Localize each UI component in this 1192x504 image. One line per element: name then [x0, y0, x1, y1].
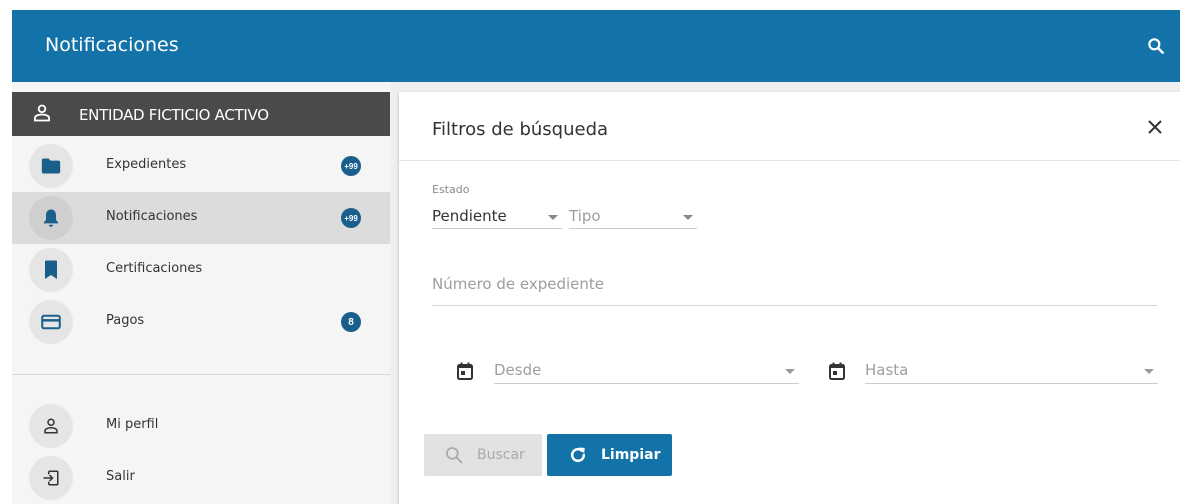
calendar-icon[interactable] [829, 362, 845, 380]
buscar-button[interactable]: Buscar [424, 434, 542, 476]
entity-header[interactable]: ENTIDAD FICTICIO ACTIVO [12, 92, 390, 136]
chevron-down-icon [683, 215, 693, 220]
search-icon [1148, 38, 1164, 54]
sidebar-item-mi-perfil[interactable]: Mi perfil [12, 400, 390, 452]
folder-icon [41, 158, 61, 174]
search-icon [446, 447, 463, 464]
expediente-input[interactable] [432, 262, 1157, 306]
person-icon [44, 418, 58, 434]
estado-value: Pendiente [432, 207, 507, 225]
sidebar-divider [12, 374, 390, 375]
buscar-label: Buscar [477, 447, 525, 463]
sidebar-item-label: Salir [106, 469, 135, 484]
icon-circle [29, 248, 73, 292]
page-title: Notificaciones [45, 34, 179, 56]
refresh-icon [570, 447, 586, 463]
tipo-select[interactable]: Tipo [569, 205, 697, 229]
filter-panel-header: Filtros de búsqueda [399, 92, 1180, 161]
desde-date-field[interactable]: Desde [494, 358, 799, 384]
sidebar-item-salir[interactable]: Salir [12, 452, 390, 504]
app-window: Notificaciones ENTIDAD FICTICIO ACTIVO E… [12, 10, 1180, 504]
sidebar-item-label: Pagos [106, 313, 145, 328]
limpiar-button[interactable]: Limpiar [547, 434, 672, 476]
sidebar-item-label: Mi perfil [106, 417, 159, 432]
filter-panel: Filtros de búsqueda Estado Pendiente Tip… [399, 92, 1180, 504]
search-button[interactable] [1142, 32, 1170, 60]
calendar-icon[interactable] [457, 362, 473, 380]
sidebar-item-label: Expedientes [106, 157, 187, 172]
hasta-placeholder: Hasta [865, 361, 909, 379]
hasta-date-field[interactable]: Hasta [865, 358, 1158, 384]
sidebar-item-notificaciones[interactable]: Notificaciones +99 [12, 192, 390, 244]
bell-icon [43, 209, 59, 227]
sidebar-item-expedientes[interactable]: Expedientes +99 [12, 140, 390, 192]
bookmark-icon [45, 260, 57, 279]
credit-card-icon [41, 314, 61, 330]
sidebar-item-certificaciones[interactable]: Certificaciones [12, 244, 390, 296]
count-badge: +99 [341, 156, 361, 176]
close-button[interactable] [1144, 116, 1166, 138]
logout-icon [43, 470, 59, 486]
chevron-down-icon [785, 369, 795, 374]
top-bar: Notificaciones [12, 10, 1180, 82]
count-badge: +99 [341, 208, 361, 228]
sidebar-item-label: Certificaciones [106, 261, 203, 276]
count-badge: 8 [341, 312, 361, 332]
close-icon [1148, 120, 1162, 134]
estado-label: Estado [432, 183, 470, 196]
sidebar-item-label: Notificaciones [106, 209, 198, 224]
sidebar-item-pagos[interactable]: Pagos 8 [12, 296, 390, 348]
person-icon [34, 104, 50, 122]
icon-circle [29, 144, 73, 188]
entity-name: ENTIDAD FICTICIO ACTIVO [79, 106, 269, 124]
limpiar-label: Limpiar [601, 447, 661, 463]
chevron-down-icon [548, 215, 558, 220]
estado-select[interactable]: Pendiente [432, 205, 562, 229]
desde-placeholder: Desde [494, 361, 542, 379]
icon-circle [29, 300, 73, 344]
sidebar: ENTIDAD FICTICIO ACTIVO Expedientes +99 … [12, 82, 390, 504]
chevron-down-icon [1144, 369, 1154, 374]
icon-circle [29, 456, 73, 500]
tipo-placeholder: Tipo [569, 207, 601, 225]
filter-panel-title: Filtros de búsqueda [432, 119, 609, 140]
icon-circle [29, 404, 73, 448]
icon-circle [29, 196, 73, 240]
